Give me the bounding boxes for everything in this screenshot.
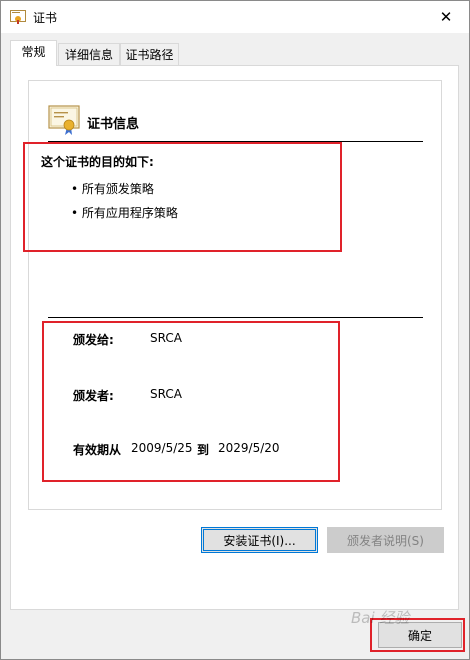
tab-general[interactable]: 常规 [10,40,57,66]
certificate-badge-icon [48,105,80,135]
issuer-statement-label: 颁发者说明(S) [347,533,424,548]
tab-certification-path[interactable]: 证书路径 [120,43,179,65]
issuer-statement-button[interactable]: 颁发者说明(S) [327,527,444,553]
install-certificate-label: 安装证书(I)... [223,533,296,548]
certificate-dialog: 证书 ✕ 常规 详细信息 证书路径 证书信息 这个证书的目的如下: • 所有颁发… [0,0,470,660]
tab-details[interactable]: 详细信息 [58,43,120,65]
tab-general-label: 常规 [21,45,46,59]
certificate-info-heading: 证书信息 [87,117,140,132]
install-certificate-button[interactable]: 安装证书(I)... [201,527,318,553]
details-divider [48,317,423,318]
close-button[interactable]: ✕ [423,1,469,33]
window-title: 证书 [33,11,58,25]
purpose-highlight-box [23,142,342,252]
tab-details-label: 详细信息 [64,48,113,62]
tab-certification-path-label: 证书路径 [125,48,174,62]
certificate-icon [10,10,26,24]
close-icon: ✕ [439,8,453,26]
details-highlight-box [42,321,340,482]
watermark-text: Bai 经验 [351,609,410,627]
title-bar: 证书 ✕ [1,1,469,33]
